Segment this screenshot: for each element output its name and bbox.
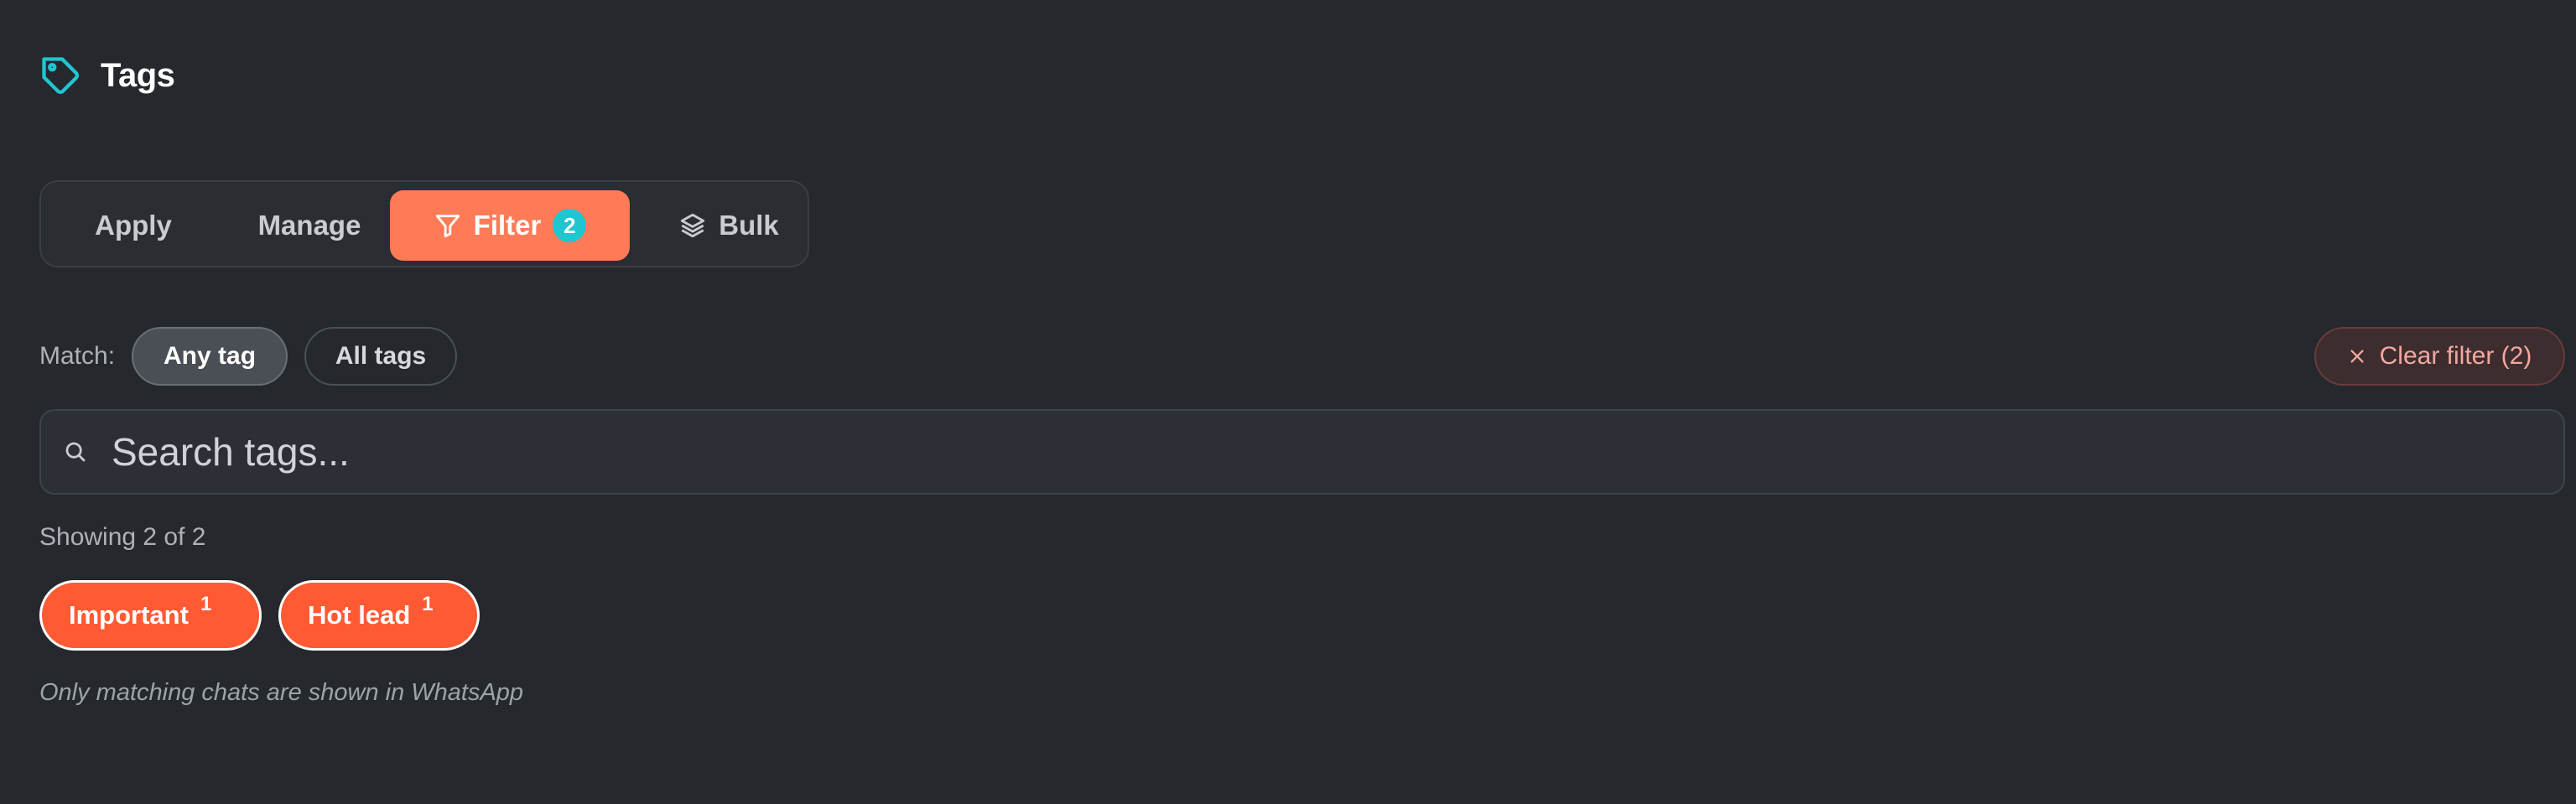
clear-filter-button[interactable]: Clear filter (2) bbox=[2314, 327, 2565, 386]
tab-bulk[interactable]: Bulk bbox=[662, 190, 796, 261]
tab-apply-label: Apply bbox=[95, 210, 172, 241]
mode-tabs: Apply Manage Filter 2 Bulk bbox=[39, 180, 809, 267]
tag-chip-label: Hot lead bbox=[308, 600, 411, 630]
tag-chip-important[interactable]: Important 1 bbox=[39, 580, 262, 651]
close-icon bbox=[2348, 347, 2366, 366]
tag-chip-list: Important 1 Hot lead 1 bbox=[39, 580, 480, 651]
clear-filter-label: Clear filter (2) bbox=[2379, 342, 2532, 370]
tag-chip-label: Important bbox=[69, 600, 189, 630]
search-box bbox=[39, 409, 2565, 495]
results-count: Showing 2 of 2 bbox=[39, 523, 206, 551]
layers-icon bbox=[678, 211, 707, 240]
filter-note: Only matching chats are shown in WhatsAp… bbox=[39, 679, 524, 706]
tag-icon bbox=[39, 54, 82, 97]
match-any-tag-button[interactable]: Any tag bbox=[132, 327, 288, 386]
search-icon bbox=[63, 439, 88, 464]
tab-bulk-label: Bulk bbox=[719, 210, 779, 241]
tab-apply[interactable]: Apply bbox=[75, 190, 192, 261]
tag-chip-count: 1 bbox=[200, 593, 212, 615]
tag-chip-hot-lead[interactable]: Hot lead 1 bbox=[278, 580, 480, 651]
funnel-icon bbox=[434, 211, 462, 240]
match-label: Match: bbox=[39, 342, 116, 370]
search-input[interactable] bbox=[112, 418, 2459, 485]
match-all-tags-button[interactable]: All tags bbox=[304, 327, 458, 386]
tab-filter[interactable]: Filter 2 bbox=[390, 190, 630, 261]
tab-filter-label: Filter bbox=[473, 210, 542, 241]
tag-chip-count: 1 bbox=[422, 593, 434, 615]
match-mode: Match: Any tag All tags bbox=[39, 326, 458, 386]
page-title: Tags bbox=[101, 56, 175, 94]
header: Tags bbox=[39, 54, 175, 97]
tab-manage[interactable]: Manage bbox=[234, 190, 385, 261]
tab-manage-label: Manage bbox=[257, 210, 361, 241]
filter-count-badge: 2 bbox=[553, 209, 587, 242]
